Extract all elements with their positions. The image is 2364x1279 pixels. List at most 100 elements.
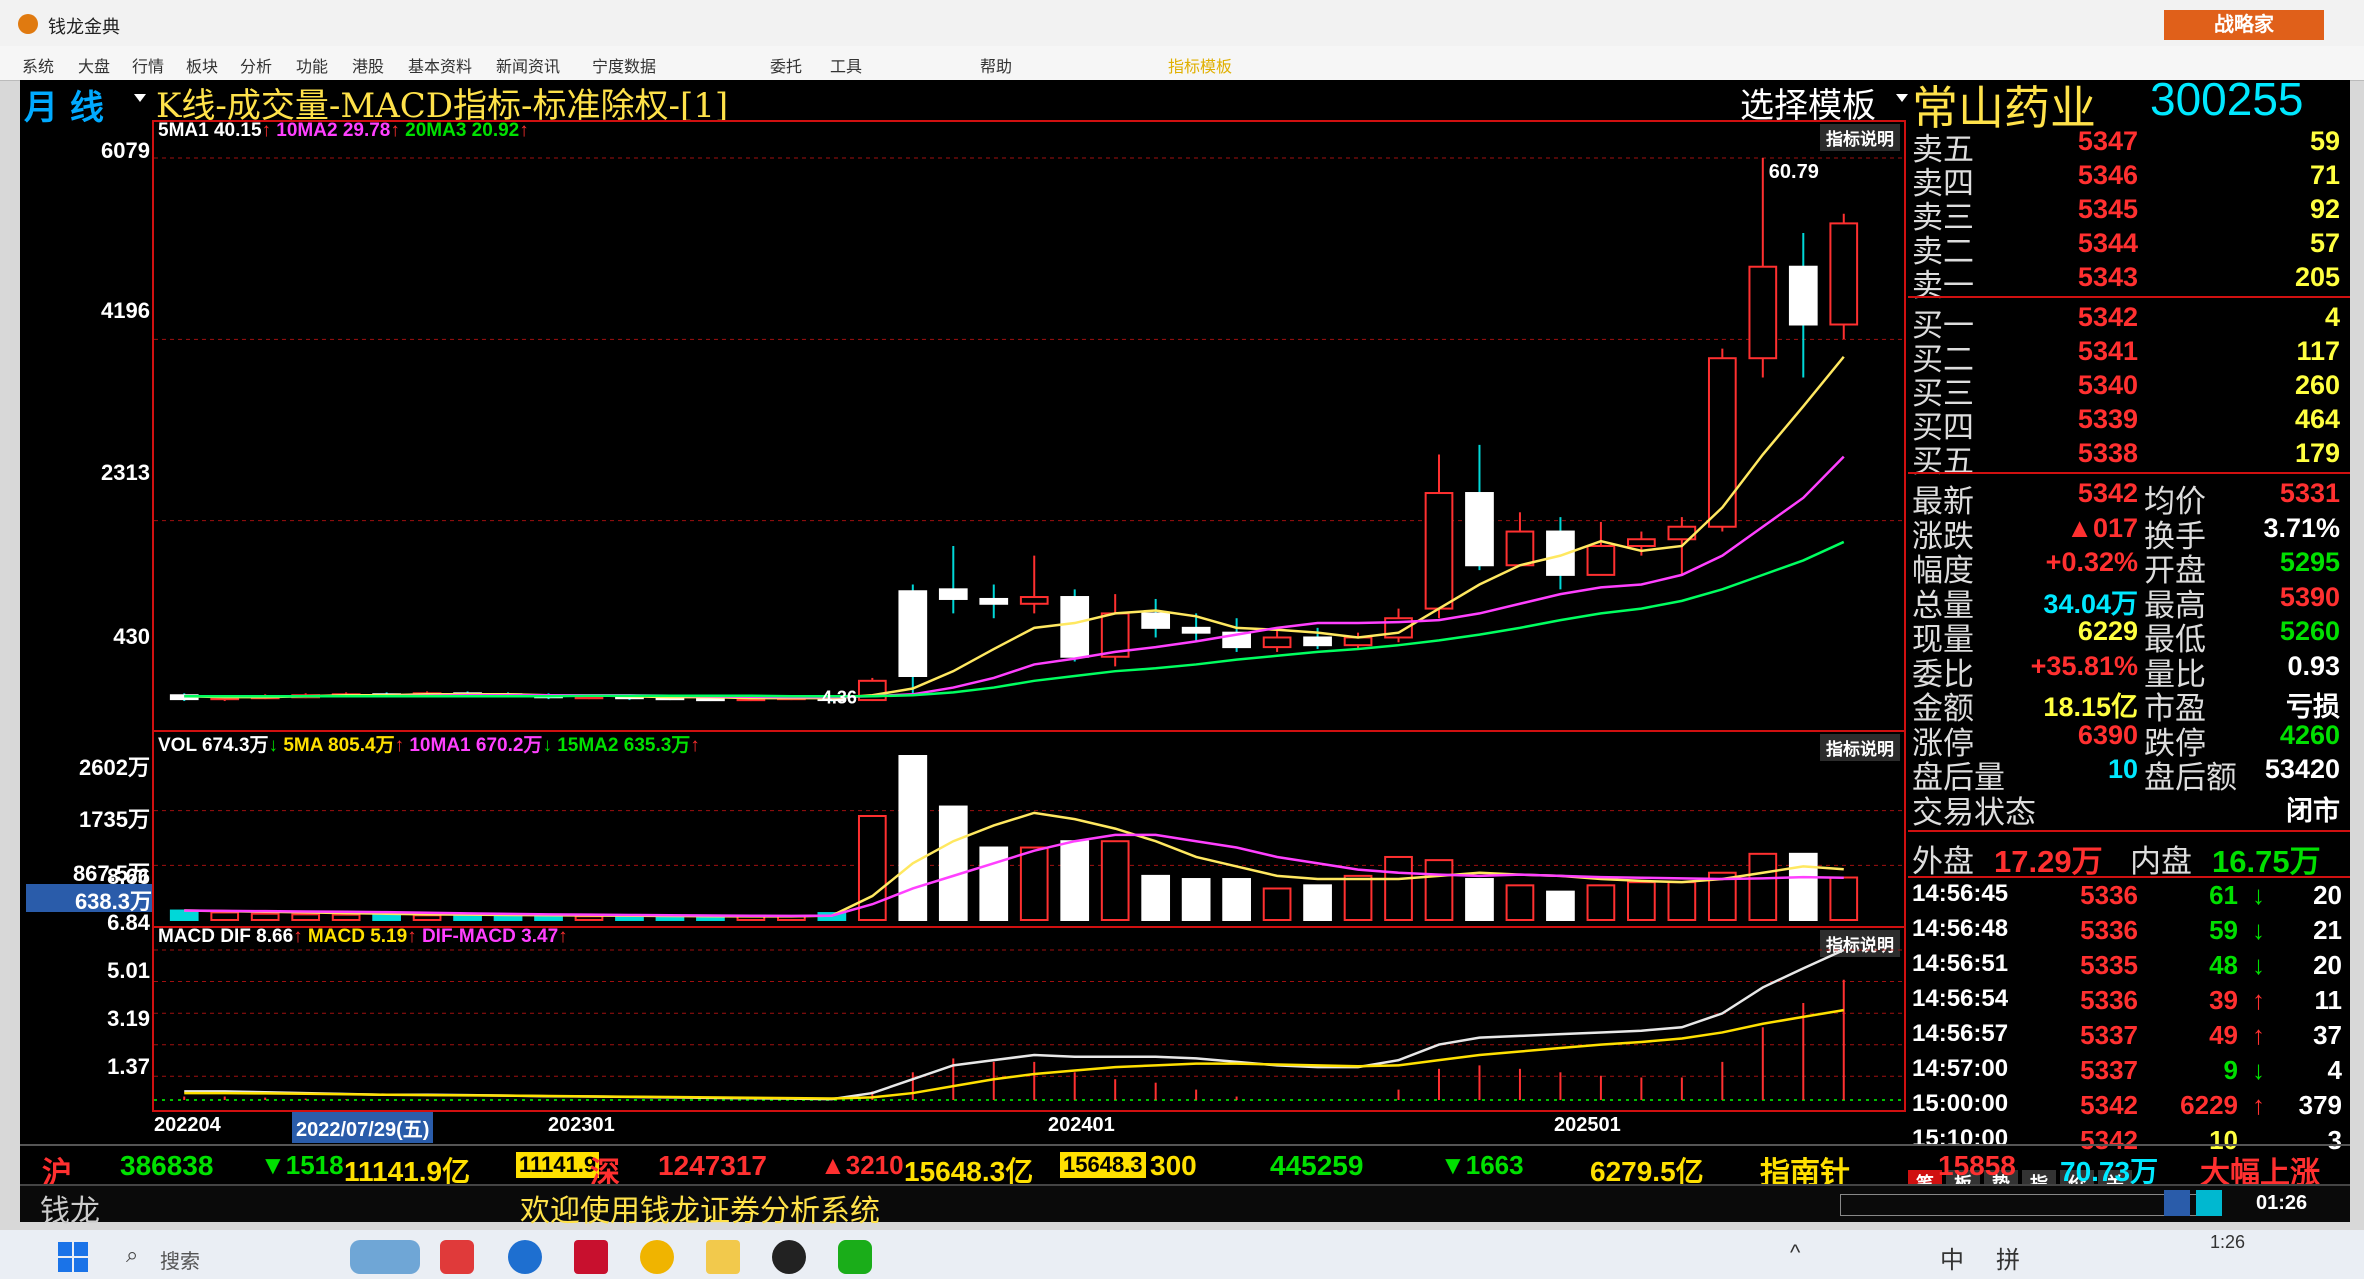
user-icon[interactable] <box>2164 1190 2190 1216</box>
buy-level-price[interactable]: 5340 <box>2028 370 2138 401</box>
macd-panel[interactable]: MACD DIF 8.66↑ MACD 5.19↑ DIF-MACD 3.47↑… <box>152 926 1906 1112</box>
menu-item-indicator-template[interactable]: 指标模板 <box>1168 53 1232 77</box>
price-panel[interactable]: 5MA1 40.15↑ 10MA2 29.78↑ 20MA3 20.92↑ 指标… <box>152 120 1906 732</box>
trading-screen: 月 线 K线-成交量-MACD指标-标准除权-[1] 选择模板 常山药业 300… <box>20 73 2352 1229</box>
stat-value: 4260 <box>2279 719 2340 750</box>
stat-value: 5390 <box>2279 581 2340 612</box>
stat-value: 0.93 <box>2287 650 2340 681</box>
menu-item-market[interactable]: 大盘 <box>78 53 110 77</box>
x-label-202401: 202401 <box>1048 1114 1115 1136</box>
tick-count: 11 <box>2314 985 2343 1015</box>
index-sz-amount-box: 15648.3 <box>1060 1152 1146 1178</box>
menu-item-sectors[interactable]: 板块 <box>186 53 218 77</box>
tick-price: 5337 <box>2080 1055 2138 1085</box>
macd-tick-2: 6.84 <box>107 910 150 935</box>
buy-level-price[interactable]: 5342 <box>2028 302 2138 333</box>
stat-value: 10 <box>2107 754 2138 784</box>
sell-level-price[interactable]: 5343 <box>2028 262 2138 293</box>
menu-item-news[interactable]: 新闻资讯 <box>496 53 560 77</box>
sell-level-volume: 92 <box>2309 194 2340 224</box>
buy-level-price[interactable]: 5338 <box>2028 438 2138 469</box>
stat-value: 3.71% <box>2263 512 2340 543</box>
app-icon-2[interactable] <box>508 1240 542 1274</box>
browser-icon[interactable] <box>640 1240 674 1274</box>
sell-level-volume: 59 <box>2309 126 2340 156</box>
period-label[interactable]: 月 线 <box>24 80 104 129</box>
app-icon-3[interactable] <box>574 1240 608 1274</box>
volume-bar <box>1060 840 1090 921</box>
screen-icon[interactable] <box>2196 1190 2222 1216</box>
search-placeholder: 搜索 <box>160 1251 200 1273</box>
volume-chart <box>154 755 1904 922</box>
menu-item-functions[interactable]: 功能 <box>296 53 328 77</box>
tick-count: 379 <box>2298 1090 2342 1120</box>
candle-body <box>1424 492 1454 610</box>
tray-chevron-icon[interactable]: ^ <box>1790 1240 1800 1266</box>
price-tick-1: 6079 <box>101 138 150 163</box>
stat-value: +35.81% <box>2030 650 2138 681</box>
sell-level-price[interactable]: 5344 <box>2028 228 2138 259</box>
menu-item-trade[interactable]: 委托 <box>770 53 802 77</box>
window-titlebar: 钱龙金典 战略家 <box>0 0 2364 47</box>
candle-body <box>1586 544 1616 576</box>
template-dropdown-icon[interactable] <box>1896 94 1908 102</box>
candlestick-chart: 60.79 4.36 <box>154 157 1904 707</box>
volume-panel[interactable]: VOL 674.3万↓ 5MA 805.4万↑ 10MA1 670.2万↓ 15… <box>152 730 1906 928</box>
widget-icon[interactable] <box>350 1240 420 1274</box>
sell-level-price[interactable]: 5347 <box>2028 126 2138 157</box>
outer-inner-row: 外盘 17.29万 内盘 16.75万 <box>1912 832 2352 880</box>
volume-bar <box>1465 878 1494 921</box>
candle-body <box>979 597 1009 605</box>
tick-count: 20 <box>2313 950 2342 980</box>
ime-mode-label[interactable]: 拼 <box>1996 1240 2020 1275</box>
taskbar-clock[interactable]: 1:26 <box>2210 1232 2245 1253</box>
index-300-name[interactable]: 300 <box>1150 1150 1197 1182</box>
ime-label[interactable]: 中 <box>1940 1240 1964 1275</box>
menu-item-quotes[interactable]: 行情 <box>132 53 164 77</box>
period-dropdown-icon[interactable] <box>134 94 146 102</box>
stat-value: 6229 <box>2077 616 2138 646</box>
stat-value: 34.04万 <box>2043 588 2138 619</box>
menu-item-analysis[interactable]: 分析 <box>240 53 272 77</box>
volume-bar <box>1384 855 1413 921</box>
stat-value: 18.15亿 <box>2043 692 2138 722</box>
candle-body <box>1181 626 1211 634</box>
macd-tick-3: 5.01 <box>107 958 150 983</box>
volume-bar <box>1262 887 1292 921</box>
menu-item-data[interactable]: 宁度数据 <box>592 53 656 77</box>
candle-body <box>1262 636 1292 649</box>
menu-item-hk-stocks[interactable]: 港股 <box>352 53 384 77</box>
media-player-icon[interactable] <box>772 1240 806 1274</box>
tick-time: 14:56:51 <box>1912 950 2009 977</box>
candle-body <box>1465 492 1494 567</box>
folder-icon[interactable] <box>706 1240 740 1274</box>
volume-bar <box>453 914 482 922</box>
candle-body <box>1829 222 1859 326</box>
tick-volume: 61 <box>2209 880 2238 910</box>
menu-item-tools[interactable]: 工具 <box>830 53 862 77</box>
tick-direction-icon: ↓ <box>2252 915 2265 945</box>
stock-code: 300255 <box>2150 73 2304 125</box>
macd-tick-1: 8.66 <box>107 864 150 889</box>
buy-level-price[interactable]: 5339 <box>2028 404 2138 435</box>
menu-item-help[interactable]: 帮助 <box>980 53 1012 77</box>
stat-value: 5260 <box>2279 616 2340 646</box>
windows-start-icon[interactable] <box>58 1242 88 1272</box>
sell-level-price[interactable]: 5345 <box>2028 194 2138 225</box>
menu-item-fundamentals[interactable]: 基本资料 <box>408 53 472 77</box>
buy-level-price[interactable]: 5341 <box>2028 336 2138 367</box>
taskbar-search[interactable]: ⌕ 搜索 <box>120 1240 320 1273</box>
stat-value: ▲017 <box>2066 512 2138 543</box>
app-icon-1[interactable] <box>440 1240 474 1274</box>
volume-bar <box>898 755 928 921</box>
menu-item-system[interactable]: 系统 <box>22 53 54 77</box>
candle-body <box>1748 265 1778 360</box>
outer-volume: 17.29万 <box>1994 844 2103 879</box>
wechat-icon[interactable] <box>838 1240 872 1274</box>
strategist-badge[interactable]: 战略家 <box>2164 10 2324 40</box>
tick-volume: 49 <box>2209 1020 2238 1050</box>
sell-level-price[interactable]: 5346 <box>2028 160 2138 191</box>
stat-label: 交易状态 <box>1912 794 2036 831</box>
volume-bar <box>291 913 321 921</box>
tick-direction-icon: ↑ <box>2252 1020 2265 1050</box>
